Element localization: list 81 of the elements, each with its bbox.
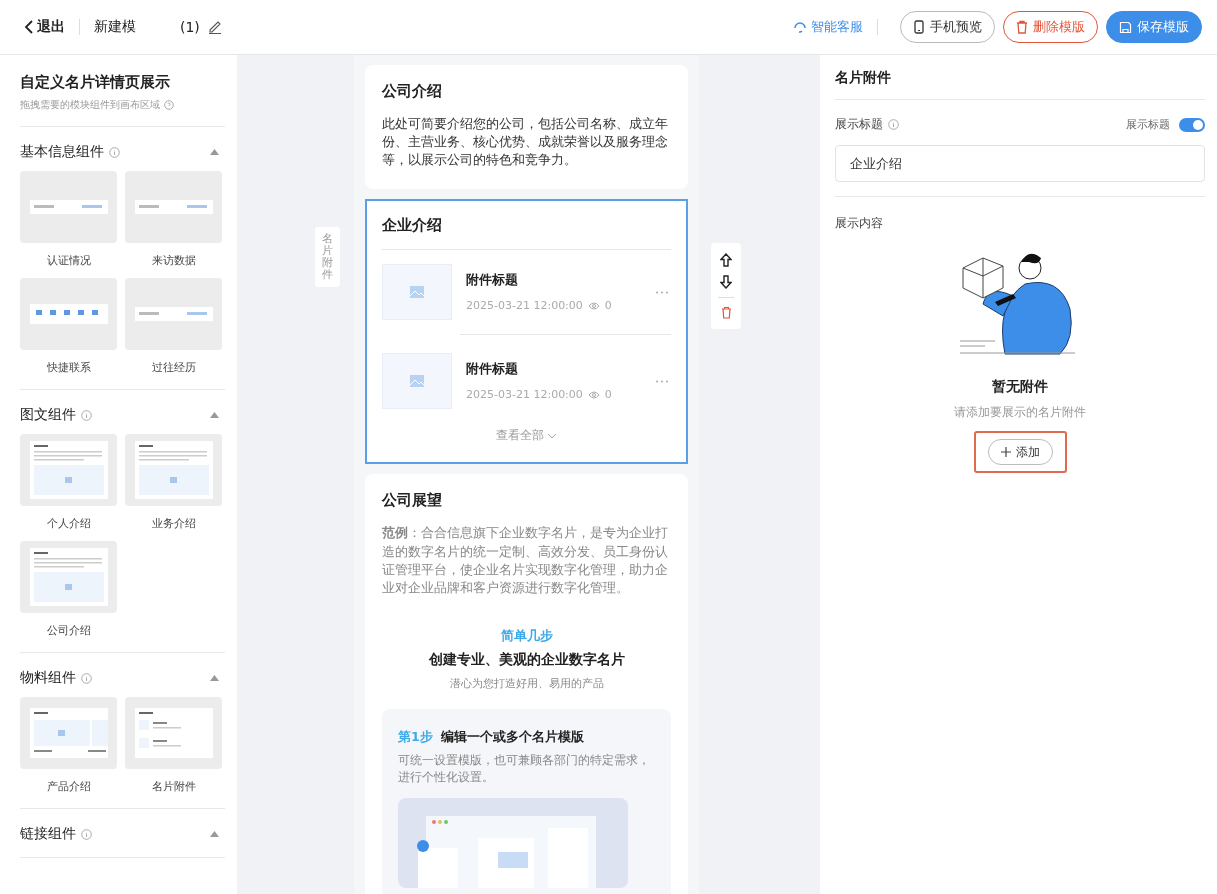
module-text: 范例：合合信息旗下企业数字名片，是专为企业打造的数字名片的统一定制、高效分发、员工身份认证管理平台，使企业名片实现数字化管理，助力企业对企业品牌和客户资源进行数字化管理。 xyxy=(382,524,669,597)
add-button[interactable]: 添加 xyxy=(987,439,1053,465)
component-label: 认证情况 xyxy=(46,253,91,268)
component-label: 业务介绍 xyxy=(151,516,196,531)
component-card[interactable] xyxy=(20,541,117,613)
module-card[interactable]: 公司展望 范例：合合信息旗下企业数字名片，是专为企业打造的数字名片的统一定制、高效分发、员工身份认证管理平台，使企业名片实现数字化管理，助力企业对企业品牌和客户资源进行数字化管理。 简单几步 创建专业、美观的企业数字名片 潜心为您打造好用、易用的产品 第1步 编辑一个或多个名片模版 可统一设置模版，也可兼顾各部门的特定需求，进行个性化设置。 xyxy=(365,474,688,894)
sidebar-hint: 拖拽需要的模块组件到画布区域 xyxy=(20,98,160,112)
component-label: 公司介绍 xyxy=(46,623,91,638)
attachment-time: 2025-03-21 12:00:00 xyxy=(466,299,583,313)
delete-button[interactable]: 删除模版 xyxy=(1003,11,1098,43)
info-icon xyxy=(888,119,899,130)
eye-icon xyxy=(587,390,600,399)
pencil-icon[interactable] xyxy=(207,20,222,34)
component-label: 个人介绍 xyxy=(46,516,91,531)
module-side-label: 名片附件 xyxy=(315,227,340,288)
help-icon xyxy=(164,100,174,110)
exit-button[interactable]: 退出 xyxy=(24,18,65,36)
module-card[interactable]: 公司介绍 此处可简要介绍您的公司，包括公司名称、成立年份、主营业务、核心优势、成就荣誉以及服务理念等，以展示公司的特色和竞争力。 xyxy=(365,65,688,190)
image-icon xyxy=(410,375,424,388)
support-link[interactable]: 智能客服 xyxy=(793,18,863,36)
component-card[interactable] xyxy=(20,434,117,506)
info-icon xyxy=(81,672,92,684)
chevron-down-icon xyxy=(547,432,557,439)
step-title: 编辑一个或多个名片模版 xyxy=(440,728,584,746)
info-icon xyxy=(81,409,92,421)
component-label: 名片附件 xyxy=(151,779,196,794)
steps-subheading: 潜心为您打造好用、易用的产品 xyxy=(448,675,605,691)
component-label: 快捷联系 xyxy=(46,360,91,375)
move-down-icon[interactable] xyxy=(720,275,732,289)
template-name: 新建模 xyxy=(94,18,136,36)
component-card[interactable] xyxy=(20,697,117,769)
preview-button[interactable]: 手机预览 xyxy=(900,11,995,43)
group-title: 图文组件 xyxy=(20,406,76,424)
component-label: 来访数据 xyxy=(151,253,196,268)
phone-icon xyxy=(913,20,925,34)
collapse-caret-icon[interactable] xyxy=(210,149,219,155)
toggle-switch[interactable] xyxy=(1179,117,1205,132)
steps-kicker: 简单几步 xyxy=(499,626,554,645)
collapse-caret-icon[interactable] xyxy=(210,412,219,418)
group-title: 基本信息组件 xyxy=(20,143,104,161)
panel-title: 名片附件 xyxy=(835,69,1205,100)
trash-icon xyxy=(1016,20,1028,34)
group-title: 链接组件 xyxy=(20,825,76,843)
plus-icon xyxy=(1000,447,1011,457)
eye-icon xyxy=(587,301,600,310)
step-text: 可统一设置模版，也可兼顾各部门的特定需求，进行个性化设置。 xyxy=(398,751,651,787)
component-card[interactable] xyxy=(125,434,222,506)
collapse-caret-icon[interactable] xyxy=(210,831,219,837)
module-title: 公司展望 xyxy=(382,491,443,511)
image-icon xyxy=(410,286,424,299)
view-count: 0 xyxy=(604,299,612,313)
collapse-caret-icon[interactable] xyxy=(210,675,219,681)
template-name-suffix: (1) xyxy=(180,19,200,35)
step-number: 第1步 xyxy=(398,728,433,746)
chevron-left-icon xyxy=(24,20,33,34)
trash-icon[interactable] xyxy=(720,306,732,319)
sidebar-title: 自定义名片详情页展示 xyxy=(20,73,171,92)
component-card[interactable] xyxy=(20,278,117,350)
group-title: 物料组件 xyxy=(20,669,76,687)
info-icon xyxy=(81,828,92,840)
module-text: 此处可简要介绍您的公司，包括公司名称、成立年份、主营业务、核心优势、成就荣誉以及服务理念等，以展示公司的特色和竞争力。 xyxy=(382,115,669,170)
module-title: 企业介绍 xyxy=(382,216,443,236)
attachment-title: 附件标题 xyxy=(466,361,519,379)
component-label: 产品介绍 xyxy=(46,779,91,794)
field-label: 展示标题 xyxy=(835,116,883,133)
attachment-title: 附件标题 xyxy=(466,272,519,290)
toggle-label: 展示标题 xyxy=(1126,117,1170,132)
component-label: 过往经历 xyxy=(151,360,196,375)
more-icon[interactable] xyxy=(655,290,669,294)
module-title: 公司介绍 xyxy=(382,82,443,101)
title-input[interactable]: 企业介绍 xyxy=(835,145,1205,182)
empty-title: 暂无附件 xyxy=(992,378,1048,396)
section-label: 展示内容 xyxy=(835,215,884,232)
move-up-icon[interactable] xyxy=(720,253,732,267)
module-card[interactable]: 企业介绍 附件标题 2025-03-21 12:00:00 0 附件标题 2025-03-21 12:00:00 0 查看全部 xyxy=(365,199,688,465)
attachment-time: 2025-03-21 12:00:00 xyxy=(466,388,583,402)
info-icon xyxy=(109,146,120,158)
more-icon[interactable] xyxy=(655,379,669,383)
empty-hint: 请添加要展示的名片附件 xyxy=(954,404,1086,421)
steps-heading: 创建专业、美观的企业数字名片 xyxy=(427,650,626,669)
view-count: 0 xyxy=(604,388,612,402)
